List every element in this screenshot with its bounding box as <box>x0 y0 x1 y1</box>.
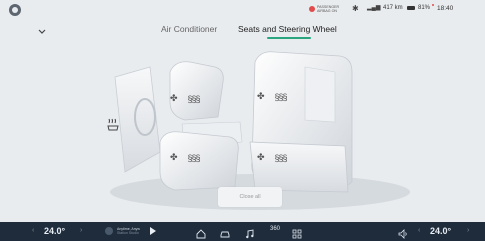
left-temp-up-icon[interactable]: › <box>80 227 82 234</box>
tab-air-conditioner[interactable]: Air Conditioner <box>161 24 217 34</box>
profile-avatar[interactable] <box>9 4 21 16</box>
battery-percent: 81% <box>418 5 431 11</box>
volume-icon[interactable] <box>398 226 408 239</box>
camera-360-icon[interactable]: 360 <box>270 226 280 232</box>
play-icon[interactable] <box>150 227 156 235</box>
car-icon[interactable] <box>220 226 230 238</box>
left-temp-down-icon[interactable]: ‹ <box>32 227 34 234</box>
seat-heating-icon[interactable]: §§§ <box>275 92 288 102</box>
music-icon[interactable] <box>245 226 255 239</box>
home-icon[interactable] <box>196 226 206 239</box>
right-temp-down-icon[interactable]: ‹ <box>418 227 420 234</box>
right-temp-up-icon[interactable]: › <box>467 227 469 234</box>
seat-controls-rear-right: ✤ §§§ <box>257 91 288 102</box>
song-subtitle: Station Studio <box>117 231 139 235</box>
steering-wheel-heat-icon[interactable] <box>106 117 120 131</box>
album-art[interactable] <box>105 227 113 235</box>
left-temperature[interactable]: 24.0° <box>44 226 65 236</box>
bottom-dock: ‹ 24.0° › Anytime, Anyw Station Studio 3… <box>0 222 485 241</box>
right-temperature[interactable]: 24.0° <box>430 226 451 236</box>
seat-ventilation-icon[interactable]: ✤ <box>170 93 178 104</box>
airbag-text: PASSENGER AIRBAG ON <box>317 5 340 13</box>
collapse-chevron-icon[interactable] <box>37 23 47 34</box>
bluetooth-icon: ✱ <box>352 4 359 13</box>
notification-dot <box>432 4 434 6</box>
seat-ventilation-icon[interactable]: ✤ <box>257 152 265 163</box>
airbag-icon <box>309 6 315 12</box>
signal-icon: ▂▄▆ <box>367 5 381 11</box>
seat-heating-icon[interactable]: §§§ <box>188 153 201 163</box>
close-all-button[interactable]: Close all <box>218 187 282 207</box>
now-playing[interactable]: Anytime, Anyw Station Studio <box>117 227 140 235</box>
seat-controls-rear-left: ✤ §§§ <box>257 152 288 163</box>
active-tab-indicator <box>267 37 311 39</box>
status-bar: PASSENGER AIRBAG ON ✱ ▂▄▆ 417 km 81% 18:… <box>0 0 485 20</box>
clock: 18:40 <box>437 5 454 12</box>
range-text: 417 km <box>383 5 403 11</box>
seat-controls-front-right: ✤ §§§ <box>170 152 201 163</box>
seat-heating-icon[interactable]: §§§ <box>275 153 288 163</box>
seat-heating-icon[interactable]: §§§ <box>188 94 201 104</box>
battery-icon <box>407 6 415 10</box>
seat-ventilation-icon[interactable]: ✤ <box>257 91 265 102</box>
seat-controls-front-left: ✤ §§§ <box>170 93 201 104</box>
screen: PASSENGER AIRBAG ON ✱ ▂▄▆ 417 km 81% 18:… <box>0 0 485 241</box>
tab-seats-steering[interactable]: Seats and Steering Wheel <box>238 24 337 34</box>
apps-grid-icon[interactable] <box>292 226 302 239</box>
seat-ventilation-icon[interactable]: ✤ <box>170 152 178 163</box>
airbag-status: PASSENGER AIRBAG ON <box>309 5 345 13</box>
